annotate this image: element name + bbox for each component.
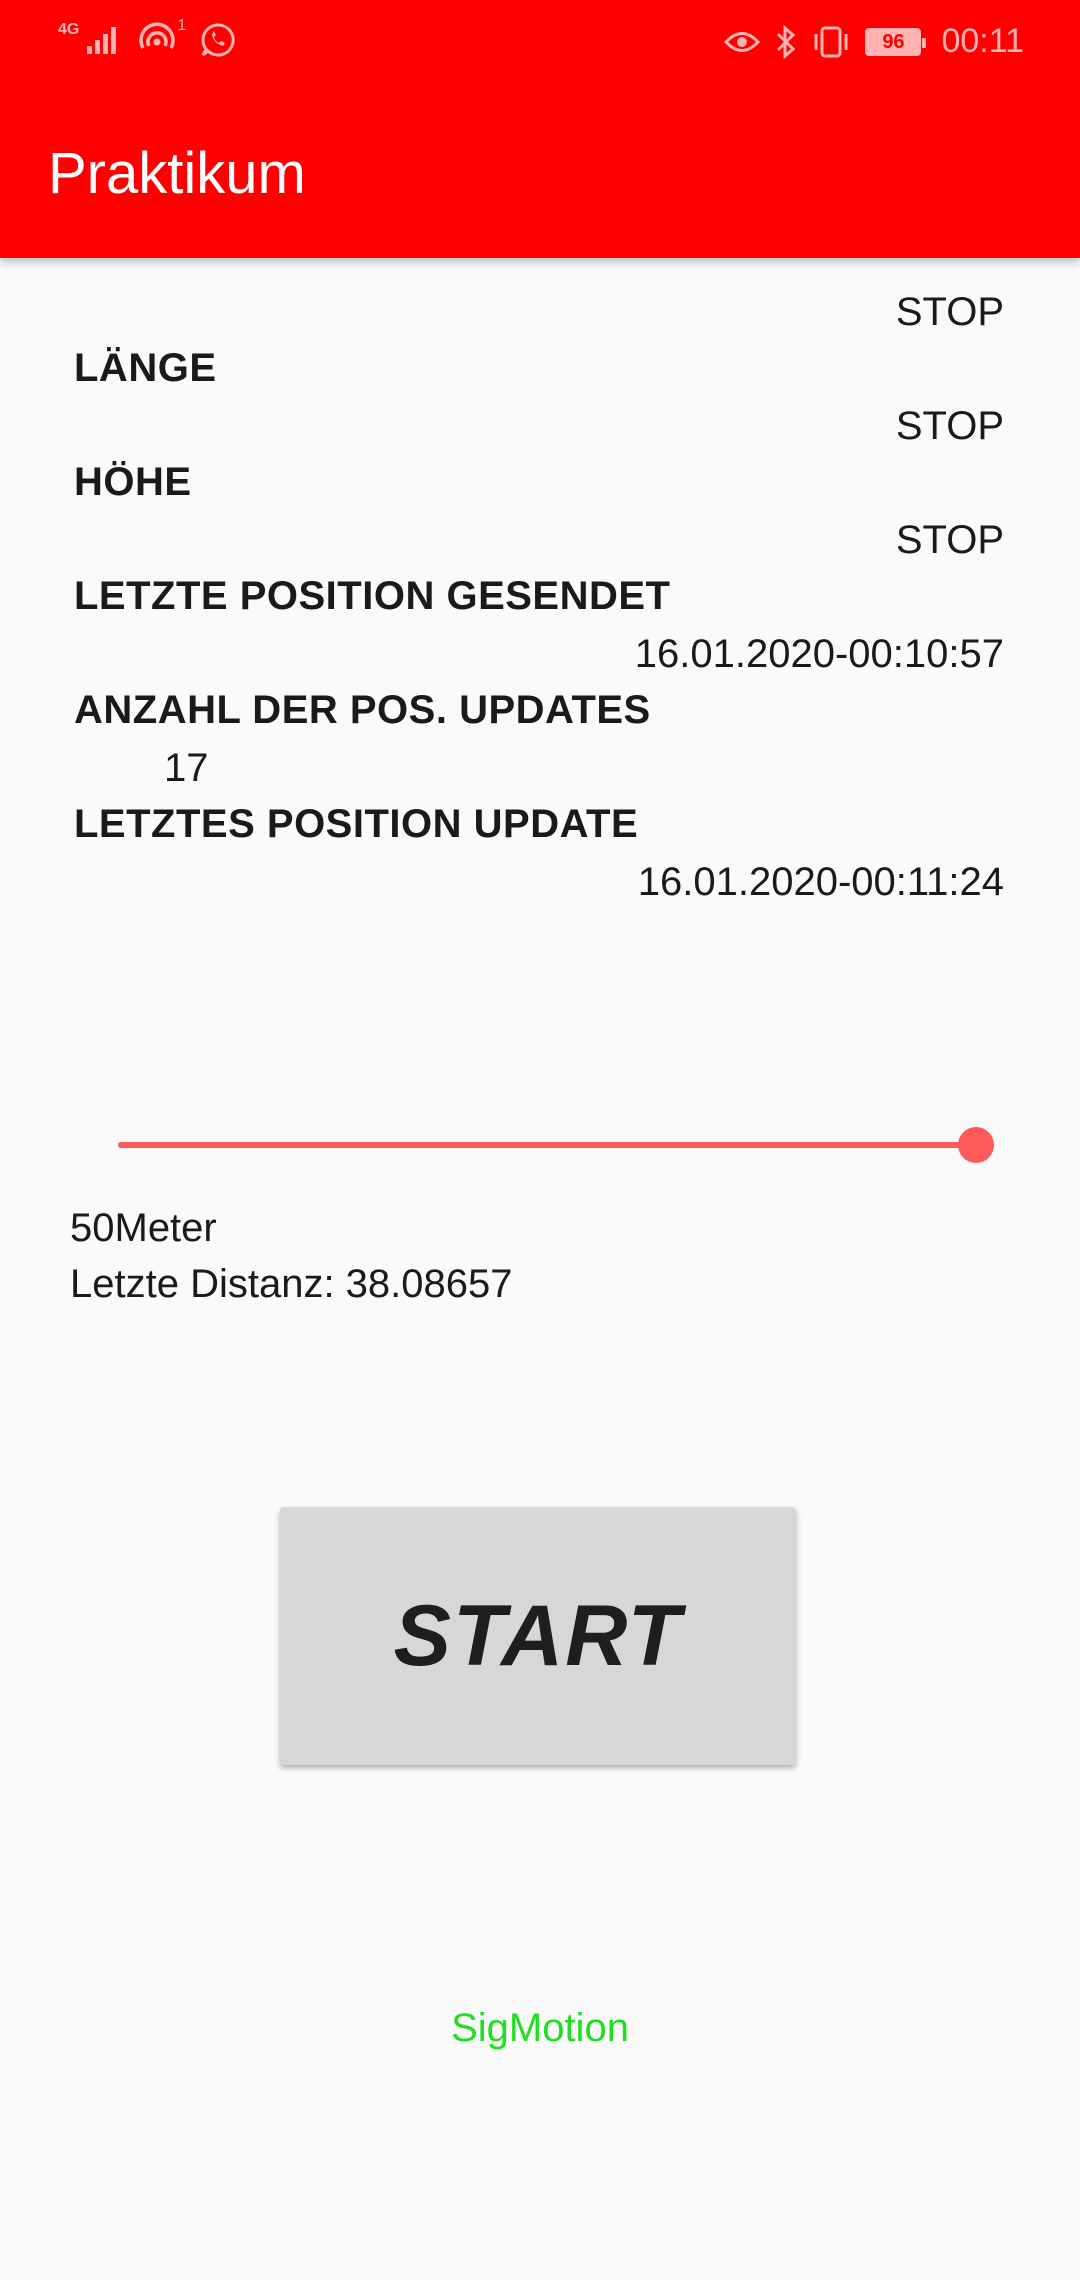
bluetooth-icon (775, 24, 797, 59)
hoehe-label: HÖHE (74, 460, 192, 504)
update-count-value: 17 (164, 746, 209, 790)
last-distance: Letzte Distanz: 38.08657 (70, 1262, 513, 1306)
hotspot-icon: 1 (137, 17, 186, 58)
notification-count: 1 (177, 17, 187, 34)
whatsapp-icon (200, 22, 236, 58)
slider-thumb[interactable] (958, 1127, 994, 1163)
eye-comfort-icon (723, 27, 761, 57)
vibrate-icon (811, 25, 851, 59)
laenge-label: LÄNGE (74, 346, 217, 390)
status-bar: 4G 1 96 00:11 (0, 0, 1080, 90)
update-count-label: ANZAHL DER POS. UPDATES (74, 688, 651, 732)
slider-track[interactable] (118, 1142, 976, 1148)
top-status-value: STOP (895, 290, 1004, 334)
last-sent-value: 16.01.2020-00:10:57 (634, 632, 1004, 676)
battery-level: 96 (868, 30, 919, 53)
status-bar-right: 96 00:11 (723, 22, 1024, 61)
last-update-label: LETZTES POSITION UPDATE (74, 802, 639, 846)
battery-icon: 96 (865, 27, 927, 56)
signal-icon (85, 24, 123, 56)
hoehe-value: STOP (895, 518, 1004, 562)
start-button[interactable]: START (280, 1507, 796, 1765)
distance-setting: 50Meter (70, 1206, 217, 1250)
footer-brand: SigMotion (451, 2006, 629, 2050)
app-title: Praktikum (48, 141, 306, 206)
distance-slider[interactable] (118, 1127, 994, 1163)
last-sent-label: LETZTE POSITION GESENDET (74, 574, 671, 618)
last-update-value: 16.01.2020-00:11:24 (637, 860, 1004, 904)
app-bar: 4G 1 96 00:11 Praktikum (0, 0, 1080, 258)
status-bar-left: 4G 1 (58, 17, 236, 58)
status-time: 00:11 (941, 22, 1024, 60)
laenge-value: STOP (895, 404, 1004, 448)
network-type-label: 4G (58, 21, 80, 38)
